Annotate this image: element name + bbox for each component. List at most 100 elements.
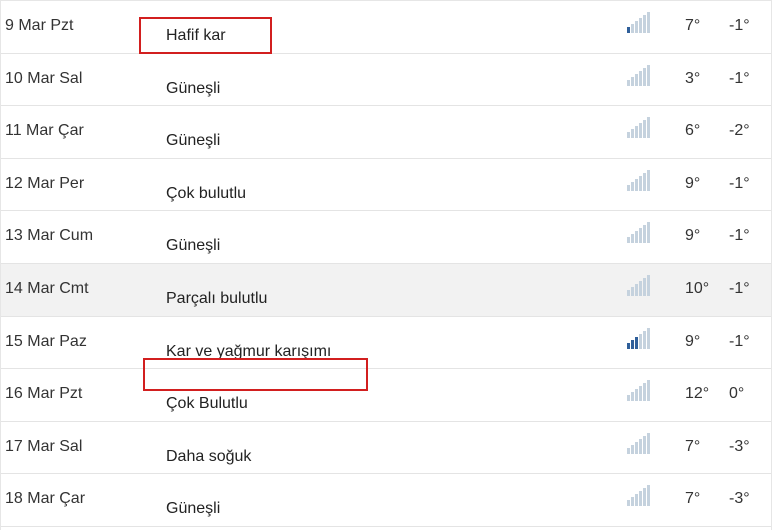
signal-bar	[639, 333, 642, 349]
low-temp: -1°	[729, 227, 750, 245]
signal-bar	[647, 222, 650, 244]
forecast-row: 9 Mar Pzt Hafif kar 7° -1°	[1, 1, 771, 54]
signal-bar	[643, 225, 646, 244]
forecast-row: 18 Mar Çar Güneşli 7° -3°	[1, 474, 771, 527]
high-temp: 10°	[685, 280, 710, 297]
forecast-date: 17 Mar Sal	[5, 437, 83, 455]
low-temp: -1°	[729, 17, 750, 34]
signal-bar	[635, 336, 638, 349]
high-temp: 6°	[685, 122, 701, 140]
signal-bar	[643, 435, 646, 454]
signal-bar	[639, 123, 642, 139]
forecast-row: 17 Mar Sal Daha soğuk 7° -3°	[1, 422, 771, 475]
signal-bar	[635, 73, 638, 86]
high-temp: 9°	[685, 332, 701, 350]
forecast-condition: Güneşli	[166, 500, 221, 518]
signal-bars-icon	[627, 327, 651, 349]
signal-bar	[635, 284, 638, 296]
signal-bar	[627, 395, 630, 402]
signal-bar	[627, 447, 630, 454]
forecast-condition: Parçalı bulutlu	[166, 290, 268, 307]
low-temp: -1°	[729, 332, 750, 350]
signal-bars-icon	[627, 12, 651, 33]
signal-bar	[647, 380, 650, 402]
signal-bar	[631, 444, 634, 454]
signal-bar	[635, 21, 638, 33]
signal-bar	[647, 432, 650, 454]
forecast-condition: Daha soğuk	[166, 447, 252, 465]
forecast-date: 14 Mar Cmt	[5, 280, 89, 297]
signal-bar	[635, 231, 638, 244]
signal-bar	[635, 494, 638, 507]
forecast-row: 13 Mar Cum Güneşli 9° -1°	[1, 211, 771, 264]
signal-bar	[647, 275, 650, 296]
high-temp: 12°	[685, 385, 710, 403]
forecast-date: 9 Mar Pzt	[5, 17, 74, 34]
forecast-condition: Çok bulutlu	[166, 184, 247, 202]
signal-bar	[639, 18, 642, 33]
signal-bar	[635, 441, 638, 454]
signal-bar	[643, 383, 646, 402]
low-temp: -3°	[729, 490, 750, 508]
signal-bar	[627, 237, 630, 244]
signal-bar	[639, 491, 642, 507]
signal-bar	[631, 234, 634, 244]
signal-bar	[643, 120, 646, 139]
forecast-row: 10 Mar Sal Güneşli 3° -1°	[1, 54, 771, 107]
signal-bar	[647, 327, 650, 349]
forecast-row: 12 Mar Per Çok bulutlu 9° -1°	[1, 159, 771, 212]
forecast-condition: Hafif kar	[166, 27, 226, 44]
signal-bar	[631, 24, 634, 33]
signal-bar	[631, 287, 634, 296]
forecast-row: 16 Mar Pzt Çok Bulutlu 12° 0°	[1, 369, 771, 422]
forecast-condition: Güneşli	[166, 237, 221, 255]
signal-bar	[639, 438, 642, 454]
high-temp: 9°	[685, 174, 701, 192]
signal-bar	[631, 181, 634, 191]
forecast-date: 13 Mar Cum	[5, 227, 94, 245]
forecast-row: 14 Mar Cmt Parçalı bulutlu 10° -1°	[1, 264, 771, 317]
forecast-row: 11 Mar Çar Güneşli 6° -2°	[1, 106, 771, 159]
signal-bar	[639, 228, 642, 244]
signal-bars-icon	[627, 222, 651, 244]
signal-bar	[643, 330, 646, 349]
high-temp: 3°	[685, 69, 701, 87]
signal-bar	[643, 172, 646, 191]
forecast-date: 18 Mar Çar	[5, 490, 86, 508]
signal-bar	[639, 386, 642, 402]
signal-bar	[647, 12, 650, 33]
signal-bar	[639, 281, 642, 296]
signal-bar	[627, 500, 630, 507]
signal-bar	[627, 79, 630, 86]
high-temp: 9°	[685, 227, 701, 245]
signal-bar	[647, 169, 650, 191]
signal-bar	[639, 175, 642, 191]
forecast-date: 16 Mar Pzt	[5, 385, 83, 403]
forecast-condition: Kar ve yağmur karışımı	[166, 342, 332, 360]
signal-bar	[627, 132, 630, 139]
forecast-condition: Güneşli	[166, 79, 221, 97]
high-temp: 7°	[685, 17, 701, 34]
signal-bar	[627, 184, 630, 191]
forecast-date: 12 Mar Per	[5, 174, 85, 192]
signal-bar	[643, 278, 646, 296]
signal-bars-icon	[627, 485, 651, 507]
high-temp: 7°	[685, 437, 701, 455]
forecast-condition: Güneşli	[166, 132, 221, 150]
signal-bar	[639, 70, 642, 86]
forecast-table: 9 Mar Pzt Hafif kar 7° -1° 10 Mar Sal Güneşli…	[0, 0, 772, 530]
signal-bar	[631, 76, 634, 86]
signal-bars-icon	[627, 169, 651, 191]
signal-bar	[631, 339, 634, 349]
signal-bar	[631, 497, 634, 507]
low-temp: 0°	[729, 385, 745, 403]
signal-bars-icon	[627, 380, 651, 402]
signal-bar	[627, 290, 630, 296]
signal-bar	[635, 178, 638, 191]
forecast-condition: Çok Bulutlu	[166, 395, 248, 413]
signal-bar	[627, 27, 630, 33]
signal-bar	[647, 117, 650, 139]
signal-bars-icon	[627, 117, 651, 139]
signal-bar	[631, 129, 634, 139]
forecast-date: 11 Mar Çar	[5, 122, 84, 140]
